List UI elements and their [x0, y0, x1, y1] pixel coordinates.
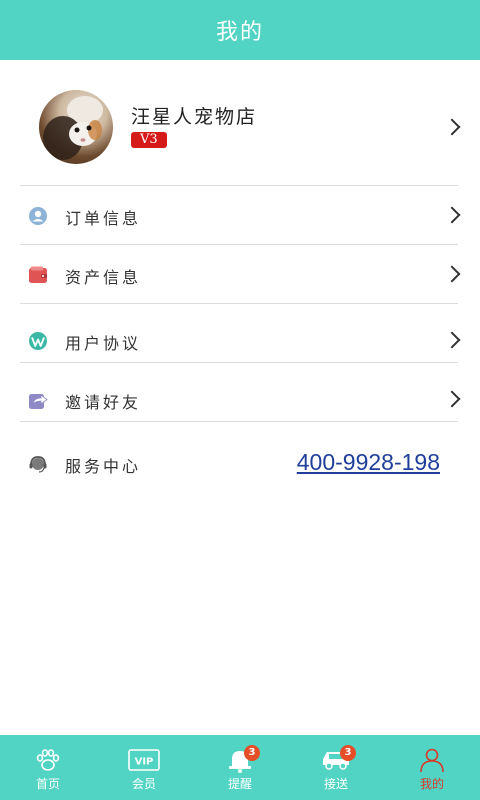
tab-mine[interactable]: 我的 [384, 735, 480, 800]
menu-item-label: 资产信息 [65, 268, 142, 287]
divider [20, 303, 458, 304]
menu-item-label: 订单信息 [65, 209, 142, 228]
tab-label: 会员 [131, 777, 156, 791]
notification-badge: 3 [244, 745, 260, 761]
menu-item-assets[interactable]: 资产信息 [0, 245, 480, 303]
shop-name: 汪星人宠物店 [131, 106, 258, 128]
person-icon [420, 748, 444, 773]
divider [20, 362, 458, 363]
page-title: 我的 [215, 20, 264, 45]
chevron-right-icon [443, 331, 461, 349]
tab-label: 首页 [35, 777, 60, 791]
avatar[interactable] [39, 90, 113, 164]
user-icon [29, 207, 47, 225]
headset-icon [29, 456, 47, 473]
notification-badge: 3 [340, 745, 356, 761]
menu-item-label: 服务中心 [65, 457, 142, 476]
share-icon [29, 394, 48, 409]
menu-item-service-center: 服务中心 400-9928-198 [0, 434, 480, 492]
level-badge: V3 [131, 132, 167, 148]
menu-item-orders[interactable]: 订单信息 [0, 186, 480, 244]
wordpress-icon [29, 332, 47, 350]
bottom-tab-bar: 首页 VIP 会员 3 提醒 3 接送 我的 [0, 735, 480, 800]
chevron-right-icon[interactable] [443, 118, 461, 136]
header-bar: 我的 [0, 0, 480, 60]
tab-label: 提醒 [227, 777, 252, 791]
chevron-right-icon [443, 265, 461, 283]
tab-vip[interactable]: VIP 会员 [96, 735, 192, 800]
menu-item-label: 用户协议 [65, 334, 142, 353]
wallet-icon [29, 266, 47, 283]
svg-text:VIP: VIP [135, 757, 154, 768]
menu-item-label: 邀请好友 [65, 393, 142, 412]
paw-icon [36, 749, 60, 771]
tab-reminder[interactable]: 3 提醒 [192, 735, 288, 800]
tab-label: 接送 [323, 777, 348, 791]
tab-pickup[interactable]: 3 接送 [288, 735, 384, 800]
tab-label: 我的 [419, 777, 444, 791]
divider [20, 421, 458, 422]
vip-card-icon: VIP [128, 749, 160, 771]
service-phone-link[interactable]: 400-9928-198 [297, 449, 440, 476]
chevron-right-icon [443, 390, 461, 408]
tab-home[interactable]: 首页 [0, 735, 96, 800]
chevron-right-icon [443, 206, 461, 224]
menu-item-agreement[interactable]: 用户协议 [0, 311, 480, 369]
menu-item-invite[interactable]: 邀请好友 [0, 370, 480, 428]
profile-row[interactable]: 汪星人宠物店 V3 [0, 60, 480, 185]
